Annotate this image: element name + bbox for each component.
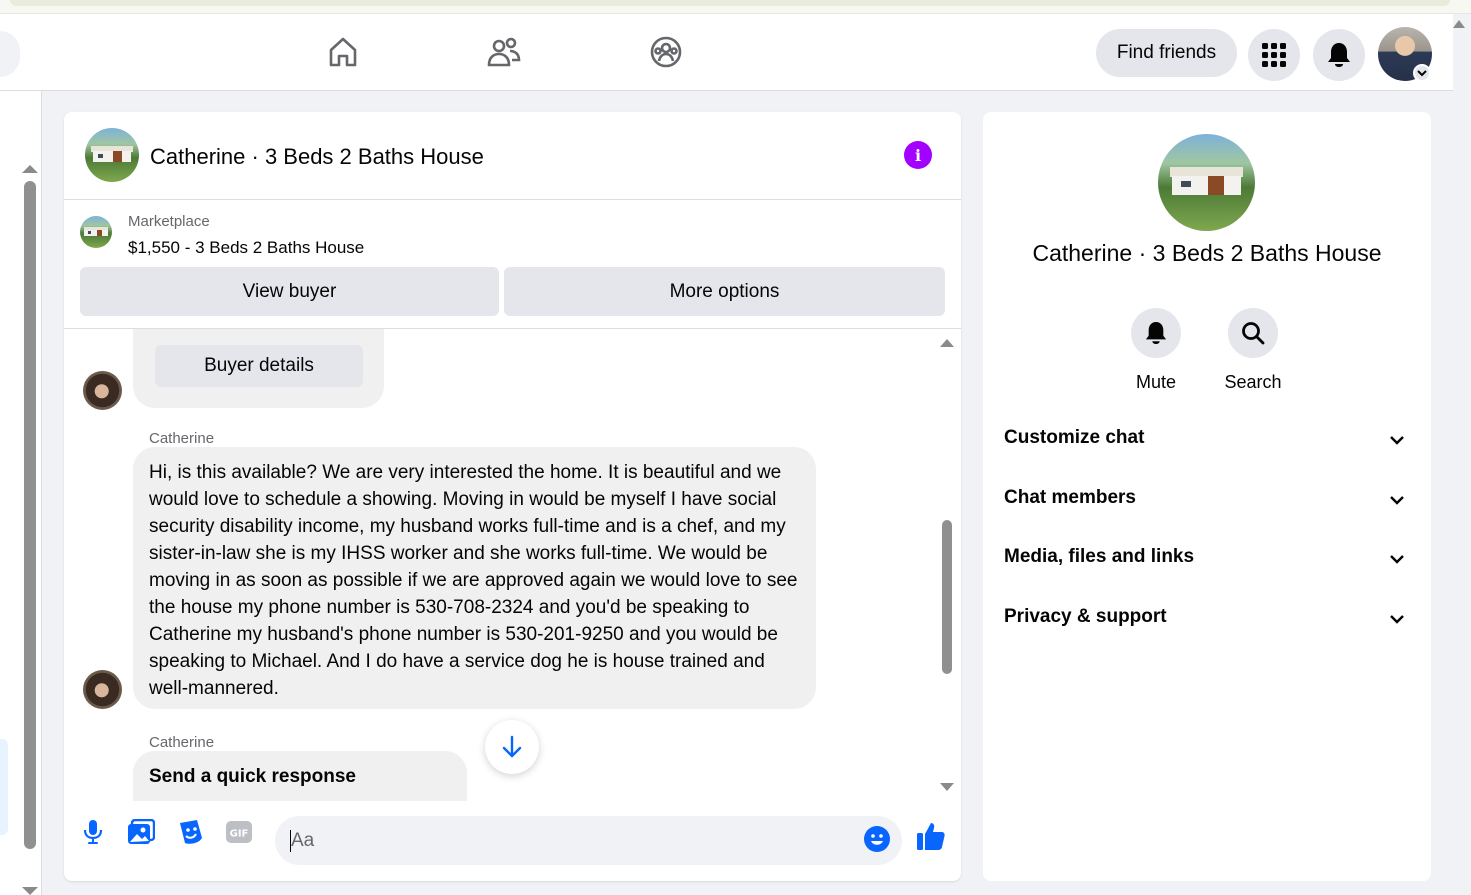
chevron-down-icon	[1390, 615, 1404, 624]
quick-response-bubble[interactable]: Send a quick response	[133, 751, 467, 801]
search-action[interactable]: Search	[1213, 308, 1293, 393]
message-text: Hi, is this available? We are very inter…	[149, 462, 798, 699]
rail-scrollbar-thumb[interactable]	[24, 181, 36, 849]
bell-icon[interactable]	[1131, 308, 1181, 358]
listing-title[interactable]: $1,550 - 3 Beds 2 Baths House	[128, 238, 364, 258]
scroll-to-bottom-button[interactable]	[485, 720, 539, 774]
section-media-files-links[interactable]: Media, files and links	[983, 533, 1431, 583]
search-icon[interactable]	[1228, 308, 1278, 358]
arrow-down-icon	[502, 735, 522, 758]
avatar[interactable]	[83, 371, 122, 410]
message-scroll-down-arrow[interactable]	[940, 783, 954, 791]
chat-header: Catherine · 3 Beds 2 Baths House i	[64, 112, 961, 200]
groups-icon[interactable]	[646, 32, 686, 72]
info-avatar[interactable]	[1158, 134, 1255, 231]
message-sender: Catherine	[149, 734, 215, 751]
section-privacy-support[interactable]: Privacy & support	[983, 593, 1431, 643]
gif-icon[interactable]: GIF	[223, 816, 255, 848]
mute-label: Mute	[1135, 372, 1177, 392]
marketplace-label: Marketplace	[128, 213, 210, 230]
message-list: Buyer details Catherine Hi, is this avai…	[64, 329, 961, 801]
message-bubble[interactable]: Hi, is this available? We are very inter…	[133, 447, 816, 709]
section-label: Privacy & support	[1004, 606, 1167, 627]
photo-icon[interactable]	[125, 816, 157, 848]
sticker-icon[interactable]	[175, 816, 207, 848]
home-icon[interactable]	[323, 32, 363, 72]
window-scroll-up-arrow[interactable]	[1453, 20, 1465, 28]
emoji-icon[interactable]	[863, 825, 891, 853]
avatar[interactable]	[83, 670, 122, 709]
chevron-down-icon	[1390, 436, 1404, 445]
rail-scroll-down-arrow[interactable]	[22, 887, 38, 895]
top-navigation-bar: Find friends	[0, 14, 1453, 91]
chat-avatar[interactable]	[85, 128, 139, 182]
message-composer: GIF	[64, 801, 961, 881]
marketplace-listing-card: Marketplace $1,550 - 3 Beds 2 Baths Hous…	[64, 200, 961, 329]
chevron-down-icon	[1390, 496, 1404, 505]
info-icon[interactable]: i	[904, 141, 932, 169]
info-title: Catherine · 3 Beds 2 Baths House	[1032, 240, 1382, 266]
microphone-icon[interactable]	[77, 816, 109, 848]
rail-selected-item[interactable]	[0, 739, 8, 835]
friends-icon[interactable]	[484, 32, 524, 72]
find-friends-button[interactable]: Find friends	[1096, 29, 1237, 77]
chat-panel: Catherine · 3 Beds 2 Baths House i Marke…	[64, 112, 961, 881]
mute-action[interactable]: Mute	[1116, 308, 1196, 393]
quick-response-title: Send a quick response	[149, 766, 356, 787]
browser-chrome-strip	[0, 0, 1471, 14]
listing-thumbnail[interactable]	[80, 216, 112, 248]
message-input[interactable]	[275, 816, 902, 865]
search-label: Search	[1224, 372, 1282, 392]
like-icon[interactable]	[915, 820, 949, 854]
section-customize-chat[interactable]: Customize chat	[983, 414, 1431, 464]
bell-icon[interactable]	[1313, 29, 1365, 81]
gif-label: GIF	[230, 829, 249, 840]
text-caret	[290, 830, 291, 852]
buyer-card-bubble: Buyer details	[133, 329, 384, 408]
view-buyer-button[interactable]: View buyer	[80, 267, 499, 316]
chat-title[interactable]: Catherine · 3 Beds 2 Baths House	[150, 144, 484, 170]
grid-menu-icon[interactable]	[1248, 29, 1300, 81]
section-label: Media, files and links	[1004, 546, 1195, 567]
chat-info-panel: Catherine · 3 Beds 2 Baths House Mute Se…	[983, 112, 1431, 881]
rail-scroll-up-arrow[interactable]	[22, 165, 38, 173]
left-chat-list-rail	[0, 91, 42, 895]
browser-tab-strip	[10, 0, 1450, 6]
section-label: Chat members	[1004, 487, 1136, 508]
section-chat-members[interactable]: Chat members	[983, 474, 1431, 524]
message-scroll-up-arrow[interactable]	[940, 339, 954, 347]
section-label: Customize chat	[1004, 427, 1145, 448]
buyer-details-button[interactable]: Buyer details	[155, 345, 363, 387]
message-scrollbar-thumb[interactable]	[942, 520, 952, 674]
search-box-stub[interactable]	[0, 31, 20, 77]
more-options-button[interactable]: More options	[504, 267, 945, 316]
message-sender: Catherine	[149, 430, 215, 447]
chevron-down-icon[interactable]	[1413, 64, 1431, 82]
chevron-down-icon	[1390, 555, 1404, 564]
